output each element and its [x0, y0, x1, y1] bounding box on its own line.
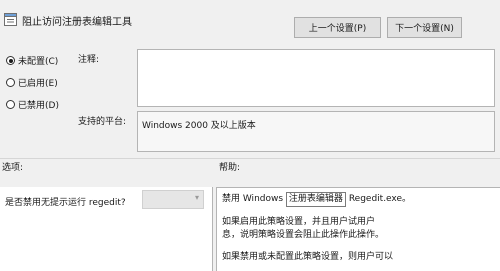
comment-label: 注释:: [78, 55, 100, 65]
supported-platform-label: 支持的平台:: [78, 117, 127, 127]
chevron-down-icon: ▾: [194, 193, 199, 202]
help-line-2: 如果启用此策略设置，并且用户试用户: [222, 217, 376, 227]
section-divider: [0, 158, 500, 159]
options-label: 选项:: [2, 163, 24, 173]
disable-silent-regedit-dropdown[interactable]: ▾: [142, 190, 204, 209]
radio-disabled[interactable]: 已禁用(D): [6, 98, 59, 111]
comment-textarea[interactable]: [137, 49, 495, 107]
help-text-panel[interactable]: 禁用 Windows 注册表编辑器 Regedit.exe。 如果启用此策略设置…: [216, 187, 500, 271]
window-title: 阻止访问注册表编辑工具: [22, 17, 132, 28]
disable-regedit-question: 是否禁用无提示运行 regedit?: [5, 198, 126, 208]
previous-setting-button[interactable]: 上一个设置(P): [294, 17, 381, 38]
radio-enabled[interactable]: 已启用(E): [6, 76, 58, 89]
help-line-3: 息，说明策略设置会阻止此操作此操作。: [222, 230, 385, 240]
radio-button[interactable]: [6, 56, 15, 65]
supported-platform-field: Windows 2000 及以上版本: [137, 111, 495, 152]
radio-label: 未配置(C): [18, 57, 59, 67]
radio-button[interactable]: [6, 78, 15, 87]
radio-label: 已禁用(D): [18, 101, 59, 111]
help-label: 帮助:: [219, 163, 241, 173]
help-line-4: 如果禁用或未配置此策略设置，则用户可以: [222, 252, 394, 262]
radio-button[interactable]: [6, 100, 15, 109]
policy-setting-icon: [4, 13, 17, 26]
next-setting-button[interactable]: 下一个设置(N): [387, 17, 462, 38]
help-line-1: 禁用 Windows 注册表编辑器 Regedit.exe。: [222, 192, 495, 207]
supported-platform-value: Windows 2000 及以上版本: [142, 121, 256, 131]
help-highlight: 注册表编辑器: [285, 192, 346, 207]
radio-label: 已启用(E): [18, 79, 58, 89]
radio-not-configured[interactable]: 未配置(C): [6, 54, 58, 67]
